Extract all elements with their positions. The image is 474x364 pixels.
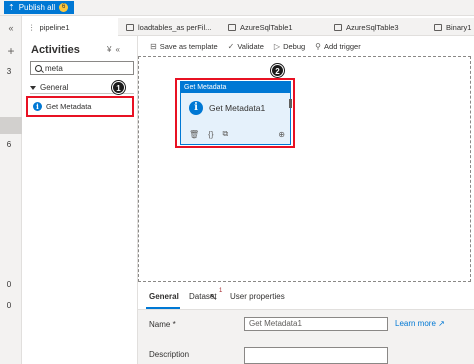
collapse-panel-icon[interactable]: « bbox=[115, 45, 123, 54]
card-activity-name: Get Metadata1 bbox=[209, 103, 266, 113]
tab-label: pipeline1 bbox=[39, 22, 70, 32]
section-label: General bbox=[40, 83, 69, 92]
tab-pipeline1[interactable]: ⋮ pipeline1 bbox=[22, 18, 118, 36]
activities-collapse-controls[interactable]: ¥« bbox=[107, 45, 124, 54]
mouse-pointer-icon: ↖ bbox=[209, 292, 218, 303]
card-header: Get Metadata bbox=[181, 82, 290, 93]
chevron-down-icon bbox=[30, 85, 36, 90]
debug-button[interactable]: ▷ Debug bbox=[274, 42, 305, 51]
expand-rail-icon[interactable]: « bbox=[0, 23, 22, 33]
delete-icon[interactable]: 🗑 bbox=[189, 130, 199, 139]
add-output-icon[interactable]: ⊕ bbox=[278, 130, 285, 139]
activities-title: Activities bbox=[31, 44, 80, 56]
code-icon[interactable]: {} bbox=[208, 130, 213, 139]
description-field[interactable] bbox=[244, 347, 388, 364]
info-icon: i bbox=[189, 101, 203, 115]
tab-user-properties[interactable]: User properties bbox=[230, 292, 285, 301]
tab-loadtables[interactable]: loadtables_as perFil... bbox=[126, 18, 222, 36]
top-bar: ⇡ Publish all 6 bbox=[0, 0, 474, 16]
save-as-template-button[interactable]: ⊟ Save as template bbox=[150, 42, 218, 51]
rail-selected-item[interactable] bbox=[0, 117, 22, 134]
properties-tab-bar: General Dataset 1 User properties ↖ bbox=[138, 283, 474, 310]
tab-label: AzureSqlTable1 bbox=[240, 22, 293, 32]
debug-label: Debug bbox=[283, 41, 306, 51]
play-icon: ▷ bbox=[273, 41, 281, 51]
section-general[interactable]: General bbox=[30, 83, 68, 92]
validate-label: Validate bbox=[237, 41, 264, 51]
add-trigger-button[interactable]: ⚲ Add trigger bbox=[315, 42, 361, 51]
checkmark-icon: ✓ bbox=[227, 41, 235, 51]
get-metadata-activity-card[interactable]: Get Metadata i Get Metadata1 🗑 {} ⧉ ⊕ bbox=[180, 81, 292, 145]
publish-all-button[interactable]: ⇡ Publish all 6 bbox=[4, 1, 75, 14]
name-field[interactable]: Get Metadata1 bbox=[244, 317, 388, 331]
tab-label: Binary1 bbox=[446, 22, 472, 32]
tab-azuresqltable3[interactable]: AzureSqlTable3 bbox=[334, 18, 428, 36]
copy-icon[interactable]: ⧉ bbox=[223, 129, 229, 139]
properties-pane: General Dataset 1 User properties ↖ Name… bbox=[138, 283, 474, 364]
rail-count: 0 bbox=[6, 280, 12, 289]
search-icon bbox=[35, 64, 42, 72]
dataset-error-badge: 1 bbox=[219, 288, 223, 294]
tab-label: AzureSqlTable3 bbox=[346, 22, 399, 32]
trigger-icon: ⚲ bbox=[315, 41, 322, 51]
info-icon: i bbox=[33, 102, 42, 111]
success-output-handle[interactable] bbox=[289, 99, 292, 108]
publish-icon: ⇡ bbox=[8, 3, 15, 12]
tab-binary1[interactable]: Binary1 bbox=[434, 18, 474, 36]
description-field-label: Description bbox=[149, 350, 190, 359]
activity-label: Get Metadata bbox=[46, 102, 92, 111]
publish-count-badge: 6 bbox=[59, 3, 69, 12]
activities-search-input[interactable] bbox=[45, 63, 125, 73]
step-callout-1: 1 bbox=[112, 81, 125, 94]
tab-general[interactable]: General bbox=[149, 292, 179, 301]
step-callout-2: 2 bbox=[271, 64, 284, 77]
rail-count: 6 bbox=[6, 140, 12, 149]
save-template-label: Save as template bbox=[159, 41, 218, 51]
dataset-icon bbox=[228, 23, 236, 31]
activity-item-get-metadata[interactable]: i Get Metadata bbox=[26, 96, 134, 117]
add-trigger-label: Add trigger bbox=[324, 41, 361, 51]
card-actions: 🗑 {} ⧉ ⊕ bbox=[189, 129, 285, 139]
rail-count: 0 bbox=[6, 301, 12, 310]
activities-search-box[interactable] bbox=[30, 61, 134, 75]
add-resource-icon[interactable]: + bbox=[0, 44, 22, 58]
validate-button[interactable]: ✓ Validate bbox=[228, 42, 264, 51]
learn-more-label: Learn more bbox=[395, 319, 436, 328]
pipeline-icon: ⋮ bbox=[28, 22, 36, 32]
rail-count: 3 bbox=[6, 67, 12, 76]
dataset-icon bbox=[334, 23, 342, 31]
document-tab-bar: ⋮ pipeline1 loadtables_as perFil... Azur… bbox=[22, 18, 474, 36]
pipeline-icon bbox=[126, 23, 134, 31]
active-tab-indicator bbox=[146, 307, 180, 309]
left-rail: « + 3 6 0 0 bbox=[0, 16, 22, 364]
template-icon: ⊟ bbox=[150, 41, 157, 51]
learn-more-link[interactable]: Learn more ↗ bbox=[395, 319, 445, 328]
tab-label: loadtables_as perFil... bbox=[138, 22, 212, 32]
tab-azuresqltable1[interactable]: AzureSqlTable1 bbox=[228, 18, 328, 36]
canvas-toolbar: ⊟ Save as template ✓ Validate ▷ Debug ⚲ … bbox=[138, 36, 474, 56]
dataset-icon bbox=[434, 23, 442, 31]
publish-label: Publish all bbox=[18, 3, 56, 12]
name-field-label: Name * bbox=[149, 320, 176, 329]
